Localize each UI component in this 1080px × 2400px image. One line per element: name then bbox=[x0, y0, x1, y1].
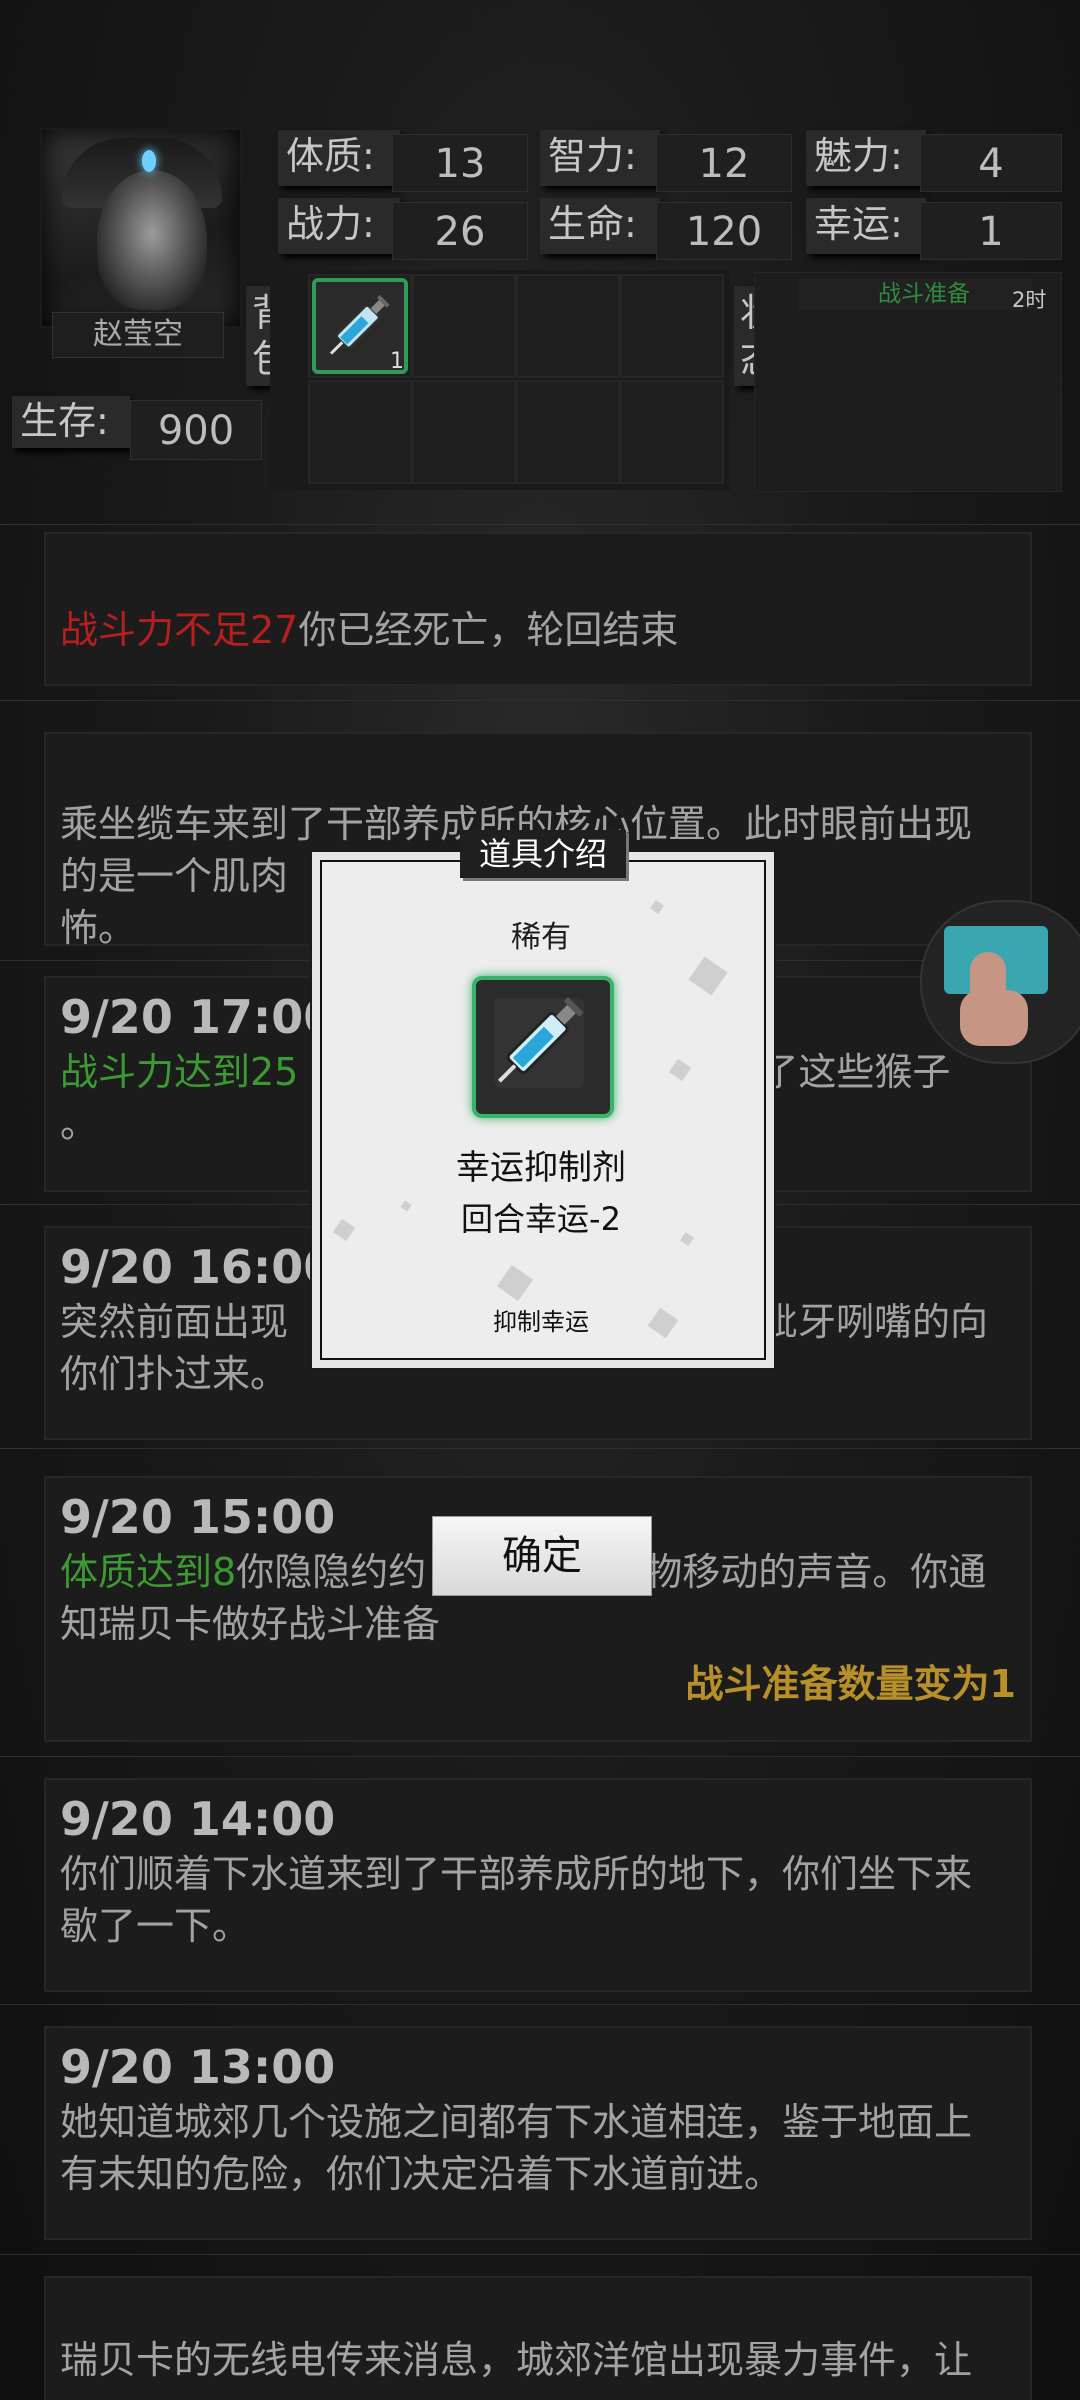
log-line: 你们顺着下水道来到了干部养成所的地下，你们坐下来 bbox=[60, 1852, 973, 1896]
item-rarity: 稀有 bbox=[511, 920, 571, 955]
log-time: 9/20 14:00 bbox=[60, 1792, 336, 1846]
status-item-battle-prep: 战斗准备 bbox=[798, 278, 1032, 310]
dialog-title: 道具介绍 bbox=[460, 830, 626, 878]
log-text: 的是一个肌肉 bbox=[60, 854, 289, 898]
bag-slot[interactable] bbox=[412, 380, 516, 484]
confirm-button[interactable]: 确定 bbox=[432, 1516, 652, 1596]
log-line: 她知道城郊几个设施之间都有下水道相连，鉴于地面上 bbox=[60, 2100, 973, 2144]
stat-value-intelligence: 12 bbox=[656, 134, 792, 192]
gem-icon bbox=[142, 150, 156, 172]
log-line: 知瑞贝卡做好战斗准备 bbox=[60, 1602, 441, 1646]
item-preview bbox=[472, 976, 614, 1118]
character-portrait[interactable] bbox=[40, 128, 242, 328]
bag-grid: 1 bbox=[270, 270, 730, 490]
auto-tap-button[interactable] bbox=[920, 900, 1080, 1064]
bag-slot[interactable]: 1 bbox=[308, 274, 412, 378]
log-card: 9/20 13:00 她知道城郊几个设施之间都有下水道相连，鉴于地面上 有未知的… bbox=[46, 2028, 1030, 2238]
bag-slot[interactable] bbox=[516, 380, 620, 484]
log-text: 怖。 bbox=[60, 906, 137, 950]
status-item-time: 2时 bbox=[1012, 288, 1047, 312]
stat-value-charm: 4 bbox=[920, 134, 1062, 192]
stat-label-life: 生命: bbox=[540, 198, 660, 254]
bag-slot[interactable] bbox=[308, 380, 412, 484]
palm-shape bbox=[960, 990, 1028, 1046]
log-card: 瑞贝卡的无线电传来消息，城郊洋馆出现暴力事件，让 bbox=[46, 2278, 1030, 2400]
stat-label-luck: 幸运: bbox=[806, 198, 926, 254]
log-highlight-red: 战斗力不足27 bbox=[60, 608, 299, 652]
bag-slot[interactable] bbox=[620, 274, 724, 378]
log-line: 瑞贝卡的无线电传来消息，城郊洋馆出现暴力事件，让 bbox=[60, 2338, 973, 2382]
stat-label-combat: 战力: bbox=[278, 198, 400, 254]
log-highlight-green: 体质达到8 bbox=[60, 1550, 237, 1594]
bag-slot[interactable] bbox=[516, 274, 620, 378]
item-description: 抑制幸运 bbox=[493, 1308, 589, 1336]
log-line: 有未知的危险，你们决定沿着下水道前进。 bbox=[60, 2152, 783, 2196]
log-text: 突然前面出现 bbox=[60, 1300, 289, 1344]
log-text: 呲牙咧嘴的向 bbox=[760, 1300, 989, 1344]
item-effect: 回合幸运-2 bbox=[461, 1200, 621, 1238]
syringe-icon bbox=[497, 997, 584, 1083]
log-result: 战斗准备数量变为1 bbox=[685, 1662, 1016, 1706]
character-name: 赵莹空 bbox=[52, 312, 224, 358]
log-card: 9/20 14:00 你们顺着下水道来到了干部养成所的地下，你们坐下来 歇了一下… bbox=[46, 1780, 1030, 1990]
bag-item-count: 1 bbox=[390, 349, 404, 374]
stat-value-life: 120 bbox=[656, 202, 792, 260]
bag-slot[interactable] bbox=[412, 274, 516, 378]
item-name: 幸运抑制剂 bbox=[456, 1148, 626, 1188]
stat-label-constitution: 体质: bbox=[278, 130, 400, 186]
stat-value-constitution: 13 bbox=[392, 134, 528, 192]
log-card-text: 战斗力不足27你已经死亡，轮回结束 bbox=[60, 604, 1016, 656]
log-text: 你已经死亡，轮回结束 bbox=[298, 608, 679, 652]
log-line: 歇了一下。 bbox=[60, 1904, 251, 1948]
log-time: 9/20 13:00 bbox=[60, 2040, 336, 2094]
log-text: 你隐隐约约 bbox=[236, 1550, 427, 1594]
log-text: 物移动的声音。你通 bbox=[644, 1550, 987, 1594]
face-shape bbox=[97, 170, 207, 310]
survival-value: 900 bbox=[130, 400, 262, 460]
log-highlight-green: 战斗力达到25 bbox=[60, 1050, 299, 1094]
bag-slot[interactable] bbox=[620, 380, 724, 484]
stat-label-intelligence: 智力: bbox=[540, 130, 660, 186]
survival-label: 生存: bbox=[12, 396, 130, 448]
log-card: 战斗力不足27你已经死亡，轮回结束 bbox=[46, 534, 1030, 684]
stat-value-combat: 26 bbox=[392, 202, 528, 260]
stat-label-charm: 魅力: bbox=[806, 130, 926, 186]
stat-value-luck: 1 bbox=[920, 202, 1062, 260]
